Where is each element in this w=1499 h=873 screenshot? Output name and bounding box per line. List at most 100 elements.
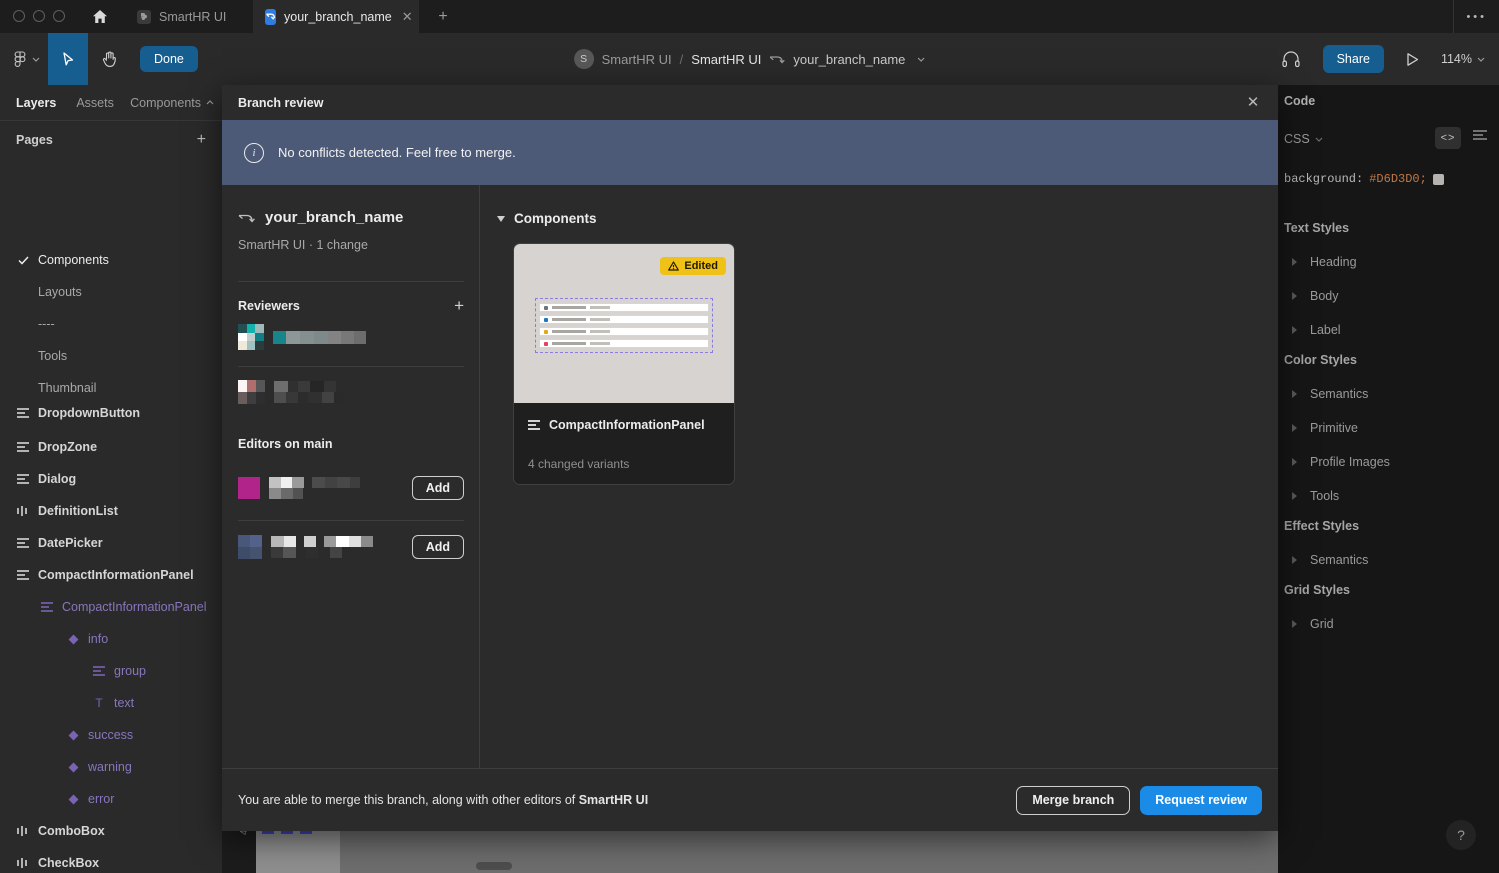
window-zoom-button[interactable] [53,10,65,22]
style-item-label[interactable]: Label [1292,323,1341,337]
move-tool-button[interactable] [48,33,88,85]
layer-variant-warning[interactable]: warning [0,751,222,783]
variant-diamond-icon [66,796,80,803]
tab-assets[interactable]: Assets [76,96,114,110]
layer-variant-info[interactable]: info [0,623,222,655]
disclosure-caret-icon[interactable] [1292,424,1297,432]
page-selector[interactable]: Components [130,96,214,110]
help-button[interactable]: ? [1446,820,1476,850]
org-avatar[interactable]: S [574,49,594,69]
page-item-tools[interactable]: Tools [0,341,222,371]
layer-dropdownbutton[interactable]: DropdownButton [0,405,222,429]
add-page-icon[interactable]: + [197,131,206,149]
new-tab-button[interactable]: + [432,6,454,28]
layer-compactinformationpanel-set[interactable]: CompactInformationPanel [0,591,222,623]
zoom-level-dropdown[interactable]: 114% [1441,52,1485,66]
add-editor-button[interactable]: Add [412,535,464,559]
variant-preview [535,298,713,353]
share-button[interactable]: Share [1323,45,1384,73]
disclosure-caret-icon[interactable] [1292,492,1297,500]
page-item-separator[interactable]: ---- [0,309,222,339]
window-minimize-button[interactable] [33,10,45,22]
disclosure-caret-icon[interactable] [1292,326,1297,334]
avatar [238,477,260,499]
layer-variant-error[interactable]: error [0,783,222,815]
layer-compactinformationpanel[interactable]: CompactInformationPanel [0,559,222,591]
css-value: #D6D3D0; [1369,172,1427,186]
style-item-semantics[interactable]: Semantics [1292,387,1368,401]
hand-tool-button[interactable] [90,33,128,85]
style-item-profile-images[interactable]: Profile Images [1292,455,1390,469]
branch-icon [769,53,785,65]
layer-dropzone[interactable]: DropZone [0,431,222,463]
style-item-body[interactable]: Body [1292,289,1339,303]
code-view-toggle-icon[interactable]: <> [1435,127,1461,149]
style-item-primitive[interactable]: Primitive [1292,421,1358,435]
tab-close-icon[interactable]: ✕ [402,9,413,25]
home-button[interactable] [86,0,114,33]
tab-label: SmartHR UI [159,10,226,24]
disclosure-caret-icon[interactable] [1292,292,1297,300]
tab-your-branch-name[interactable]: your_branch_name ✕ [253,0,419,33]
present-play-icon[interactable] [1406,52,1419,67]
components-section-header[interactable]: Components [497,211,597,226]
layer-definitionlist[interactable]: DefinitionList [0,495,222,527]
disclosure-caret-icon[interactable] [1292,556,1297,564]
add-editor-button[interactable]: Add [412,476,464,500]
canvas-section-label: 450 [239,831,250,835]
done-button[interactable]: Done [140,46,198,72]
panel-tabs: Layers Assets Components [0,85,222,121]
close-icon[interactable]: ✕ [1240,89,1266,115]
style-item-grid[interactable]: Grid [1292,617,1334,631]
disclosure-caret-icon[interactable] [1292,620,1297,628]
reviewers-title: Reviewers [238,299,300,313]
chevron-down-icon[interactable] [917,57,925,62]
page-item-thumbnail[interactable]: Thumbnail [0,373,222,403]
css-dropdown[interactable]: CSS [1284,132,1323,146]
horizontal-scrollbar[interactable] [476,862,512,870]
style-item-heading[interactable]: Heading [1292,255,1357,269]
changed-component-card[interactable]: Edited CompactInformationPanel 4 changed [513,243,735,485]
layer-label: ComboBox [38,824,105,838]
style-item-tools[interactable]: Tools [1292,489,1339,503]
tab-smarthr-ui[interactable]: SmartHR UI [125,0,253,33]
window-close-button[interactable] [13,10,25,22]
layer-text[interactable]: T text [0,687,222,719]
request-review-button[interactable]: Request review [1140,786,1262,815]
merge-branch-button[interactable]: Merge branch [1016,786,1130,815]
bars-icon [16,857,30,869]
divider [238,281,464,282]
layer-label: success [88,728,133,742]
main-menu-button[interactable] [8,33,46,85]
canvas[interactable]: 450 [222,831,1278,873]
layer-dialog[interactable]: Dialog [0,463,222,495]
style-label: Semantics [1310,387,1368,401]
page-item-components[interactable]: Components [0,245,222,275]
layer-label: info [88,632,108,646]
tab-layers[interactable]: Layers [16,96,56,110]
css-code-line[interactable]: background: #D6D3D0; [1284,172,1444,186]
breadcrumb-branch[interactable]: your_branch_name [793,52,905,67]
branch-review-modal: Branch review ✕ i No conflicts detected.… [222,85,1278,831]
components-title: Components [514,211,597,226]
style-item-effect-semantics[interactable]: Semantics [1292,553,1368,567]
layer-checkbox[interactable]: CheckBox [0,847,222,873]
add-reviewer-icon[interactable]: + [454,296,464,316]
page-item-layouts[interactable]: Layouts [0,277,222,307]
layer-datepicker[interactable]: DatePicker [0,527,222,559]
disclosure-caret-icon[interactable] [1292,258,1297,266]
overflow-menu-button[interactable]: ••• [1466,0,1487,33]
layer-combobox[interactable]: ComboBox [0,815,222,847]
style-label: Heading [1310,255,1357,269]
breadcrumb-org[interactable]: SmartHR UI [602,52,672,67]
frame-icon [16,408,30,418]
code-options-icon[interactable] [1473,129,1487,141]
layer-variant-success[interactable]: success [0,719,222,751]
avatar [238,324,264,350]
layer-group[interactable]: group [0,655,222,687]
disclosure-caret-icon[interactable] [1292,458,1297,466]
zoom-level-value: 114% [1441,52,1472,66]
disclosure-caret-icon[interactable] [1292,390,1297,398]
breadcrumb-file[interactable]: SmartHR UI [691,52,761,67]
audio-headphones-icon[interactable] [1281,50,1301,69]
